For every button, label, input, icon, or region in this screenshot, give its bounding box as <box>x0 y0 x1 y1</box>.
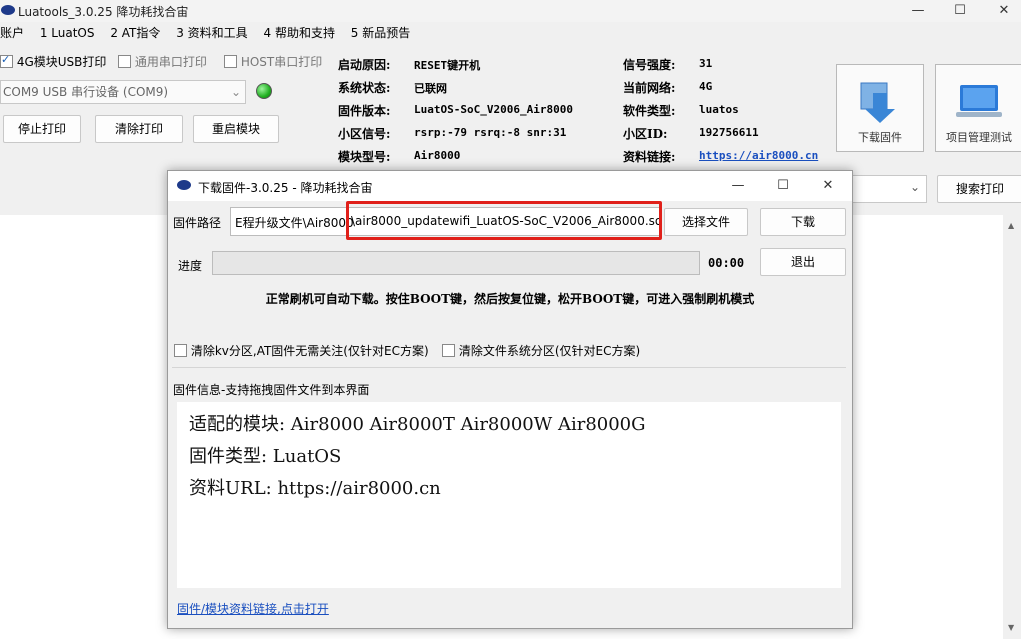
signal-strength-value: 31 <box>699 57 713 70</box>
scroll-down-icon[interactable]: ▼ <box>1008 623 1014 632</box>
download-button[interactable]: 下载 <box>760 208 846 236</box>
software-type-value: luatos <box>699 103 739 116</box>
signal-strength-label: 信号强度: <box>623 58 676 72</box>
dialog-title: 下载固件-3.0.25 - 降功耗找合宙 <box>198 181 373 195</box>
info-line-modules: 适配的模块: Air8000 Air8000T Air8000W Air8000… <box>189 414 646 435</box>
module-model-value: Air8000 <box>414 149 461 162</box>
clear-fs-checkbox[interactable]: 清除文件系统分区(仅针对EC方案) <box>442 342 640 359</box>
serial-print-checkbox[interactable]: 通用串口打印 <box>118 53 207 70</box>
laptop-icon <box>956 85 1002 117</box>
window-titlebar: Luatools_3.0.25 降功耗找合宙 — ☐ ✕ <box>0 0 1021 22</box>
sys-state-label: 系统状态: <box>338 81 391 95</box>
cell-signal-value: rsrp:-79 rsrq:-8 snr:31 <box>414 126 567 139</box>
path-prefix: E程升级文件\Air8000 <box>235 216 354 230</box>
docs-link[interactable]: https://air8000.cn <box>699 149 818 162</box>
info-line-url: 资料URL: https://air8000.cn <box>189 478 441 499</box>
fw-version-value: LuatOS-SoC_V2006_Air8000 <box>414 103 573 116</box>
cell-signal-label: 小区信号: <box>338 127 391 141</box>
checkbox-icon <box>442 344 455 357</box>
download-arrow-icon <box>860 82 895 123</box>
scroll-up-icon[interactable]: ▲ <box>1008 221 1014 230</box>
checkbox-icon <box>174 344 187 357</box>
minimize-button[interactable]: — <box>904 2 932 20</box>
cell-id-label: 小区ID: <box>623 127 668 141</box>
clear-print-button[interactable]: 清除打印 <box>95 115 183 143</box>
fw-version-label: 固件版本: <box>338 104 391 118</box>
chevron-down-icon: ⌄ <box>909 180 920 194</box>
clear-kv-checkbox[interactable]: 清除kv分区,AT固件无需关注(仅针对EC方案) <box>174 342 429 359</box>
menu-item-new[interactable]: 5 新品预告 <box>351 26 410 40</box>
progress-time: 00:00 <box>708 256 745 270</box>
checkbox-icon <box>224 55 237 68</box>
log-scrollbar[interactable]: ▲ ▼ <box>1003 215 1021 639</box>
menu-item-help[interactable]: 4 帮助和支持 <box>264 26 335 40</box>
module-model-label: 模块型号: <box>338 150 391 164</box>
restart-module-button[interactable]: 重启模块 <box>193 115 279 143</box>
app-logo-icon <box>1 5 15 15</box>
boot-hint: 正常刷机可自动下载。按住BOOT键，然后按复位键，松开BOOT键，可进入强制刷机… <box>265 292 755 306</box>
download-firmware-button[interactable]: 下载固件 <box>836 64 924 152</box>
network-label: 当前网络: <box>623 81 676 95</box>
checkbox-icon <box>118 55 131 68</box>
connection-led-icon <box>256 83 272 99</box>
dialog-minimize-button[interactable]: — <box>724 177 752 195</box>
dialog-maximize-button[interactable]: ☐ <box>769 177 797 195</box>
network-value: 4G <box>699 80 713 93</box>
menu-item-account[interactable]: 账户 <box>0 26 24 40</box>
dialog-titlebar: 下载固件-3.0.25 - 降功耗找合宙 — ☐ ✕ <box>168 171 852 201</box>
host-print-checkbox[interactable]: HOST串口打印 <box>224 53 322 70</box>
port-select[interactable]: COM9 USB 串行设备 (COM9) ⌄ <box>0 80 246 104</box>
dialog-logo-icon <box>177 180 191 190</box>
project-manage-button[interactable]: 项目管理测试 <box>935 64 1021 152</box>
menu-item-luatos[interactable]: 1 LuatOS <box>40 26 95 40</box>
boot-reason-label: 启动原因: <box>338 58 391 72</box>
usb-print-checkbox[interactable]: 4G模块USB打印 <box>0 53 106 70</box>
menu-item-tools[interactable]: 3 资料和工具 <box>176 26 247 40</box>
cell-id-value: 192756611 <box>699 126 759 139</box>
search-print-button[interactable]: 搜索打印 <box>937 175 1021 203</box>
window-title: Luatools_3.0.25 降功耗找合宙 <box>18 5 189 19</box>
firmware-info-panel: 适配的模块: Air8000 Air8000T Air8000W Air8000… <box>177 402 841 588</box>
chevron-down-icon: ⌄ <box>230 85 241 99</box>
software-type-label: 软件类型: <box>623 104 676 118</box>
menu-bar: 账户 1 LuatOS 2 AT指令 3 资料和工具 4 帮助和支持 5 新品预… <box>0 24 422 44</box>
sys-state-value: 已联网 <box>414 82 447 95</box>
search-select[interactable]: ⌄ <box>850 175 927 203</box>
select-file-button[interactable]: 选择文件 <box>664 208 748 236</box>
download-dialog: 下载固件-3.0.25 - 降功耗找合宙 — ☐ ✕ 固件路径 E程升级文件\A… <box>167 170 853 629</box>
info-line-type: 固件类型: LuatOS <box>189 446 342 467</box>
footer-docs-link[interactable]: 固件/模块资料链接,点击打开 <box>177 600 329 617</box>
maximize-button[interactable]: ☐ <box>946 2 974 20</box>
exit-button[interactable]: 退出 <box>760 248 846 276</box>
boot-reason-value: RESET键开机 <box>414 59 481 72</box>
progress-label: 进度 <box>178 259 203 273</box>
docs-link-label: 资料链接: <box>623 150 676 164</box>
menu-item-at[interactable]: 2 AT指令 <box>110 26 160 40</box>
progress-bar <box>212 251 700 275</box>
divider <box>172 367 846 368</box>
info-header: 固件信息-支持拖拽固件文件到本界面 <box>173 383 370 397</box>
dialog-close-button[interactable]: ✕ <box>814 177 842 195</box>
stop-print-button[interactable]: 停止打印 <box>3 115 81 143</box>
path-label: 固件路径 <box>173 216 222 230</box>
checkbox-checked-icon <box>0 53 13 68</box>
close-button[interactable]: ✕ <box>990 2 1018 20</box>
highlight-box <box>346 201 662 240</box>
